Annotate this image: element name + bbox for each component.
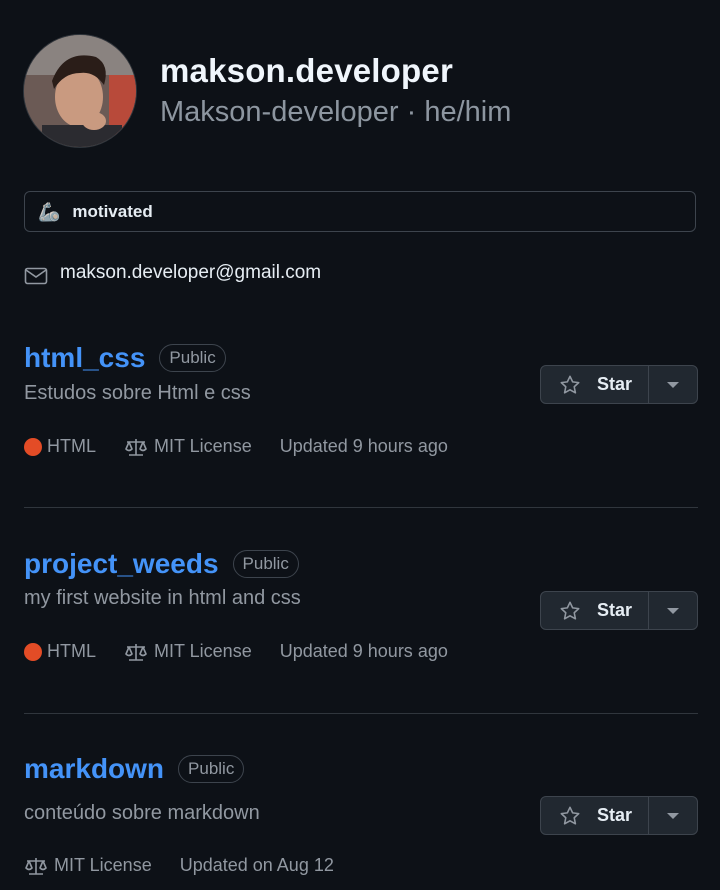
- repo-meta: HTML MIT License Updated 9 hours ago: [24, 436, 476, 457]
- caret-down-icon: [667, 812, 679, 819]
- profile-display-name: makson.developer: [160, 52, 453, 89]
- email-row: makson.developer@gmail.com: [24, 258, 321, 288]
- repo-license[interactable]: MIT License: [124, 641, 252, 662]
- repo-card: html_css Public Estudos sobre Html e css…: [24, 338, 698, 456]
- avatar[interactable]: [23, 34, 137, 148]
- license-label: MIT License: [54, 855, 152, 875]
- repo-description: conteúdo sobre markdown: [24, 802, 260, 824]
- star-icon: [560, 375, 580, 394]
- language-label: HTML: [47, 641, 96, 661]
- caret-down-icon: [667, 381, 679, 388]
- law-scale-icon: [125, 643, 147, 661]
- star-icon: [560, 601, 580, 620]
- star-list-dropdown[interactable]: [648, 366, 697, 403]
- repo-name-link[interactable]: html_css: [24, 342, 145, 374]
- language-color-dot: [24, 437, 42, 456]
- divider: [24, 713, 698, 714]
- language-color-dot: [24, 642, 42, 661]
- repo-language: HTML: [24, 641, 96, 662]
- star-button-group: Star: [540, 365, 698, 404]
- law-scale-icon: [125, 438, 147, 456]
- visibility-badge: Public: [159, 344, 226, 372]
- star-label: Star: [597, 805, 633, 825]
- repo-name-link[interactable]: markdown: [24, 753, 164, 785]
- star-button-group: Star: [540, 591, 698, 630]
- repo-license[interactable]: MIT License: [24, 855, 152, 876]
- mail-icon: [24, 267, 48, 285]
- license-label: MIT License: [154, 436, 252, 456]
- repo-updated: Updated 9 hours ago: [279, 436, 448, 456]
- license-label: MIT License: [154, 641, 252, 661]
- star-button-group: Star: [540, 796, 698, 835]
- star-button[interactable]: Star: [541, 797, 648, 834]
- repo-description: Estudos sobre Html e css: [24, 382, 251, 404]
- divider: [24, 507, 698, 508]
- repo-name-link[interactable]: project_weeds: [24, 548, 219, 580]
- flexed-arm-icon: 🦾: [38, 201, 61, 222]
- law-scale-icon: [25, 857, 47, 875]
- status-text: motivated: [72, 201, 153, 221]
- visibility-badge: Public: [178, 755, 245, 783]
- language-label: HTML: [47, 436, 96, 456]
- repo-language: HTML: [24, 436, 96, 457]
- status-box[interactable]: 🦾 motivated: [24, 191, 696, 232]
- star-label: Star: [597, 374, 633, 394]
- profile-handle: Makson-developer · he/him: [160, 96, 512, 128]
- star-icon: [560, 806, 580, 825]
- star-list-dropdown[interactable]: [648, 797, 697, 834]
- email-link[interactable]: makson.developer@gmail.com: [60, 262, 321, 284]
- repo-meta: HTML MIT License Updated 9 hours ago: [24, 641, 476, 662]
- repo-description: my first website in html and css: [24, 587, 301, 609]
- star-label: Star: [597, 600, 633, 620]
- repo-updated: Updated 9 hours ago: [279, 641, 448, 661]
- caret-down-icon: [667, 607, 679, 614]
- star-list-dropdown[interactable]: [648, 592, 697, 629]
- repo-card: project_weeds Public my first website in…: [24, 544, 698, 661]
- star-button[interactable]: Star: [541, 366, 648, 403]
- repo-meta: MIT License Updated on Aug 12: [24, 855, 362, 876]
- repo-updated: Updated on Aug 12: [179, 855, 334, 875]
- repo-card: markdown Public conteúdo sobre markdown …: [24, 749, 698, 875]
- repo-license[interactable]: MIT License: [124, 436, 252, 457]
- visibility-badge: Public: [232, 550, 299, 578]
- star-button[interactable]: Star: [541, 592, 648, 629]
